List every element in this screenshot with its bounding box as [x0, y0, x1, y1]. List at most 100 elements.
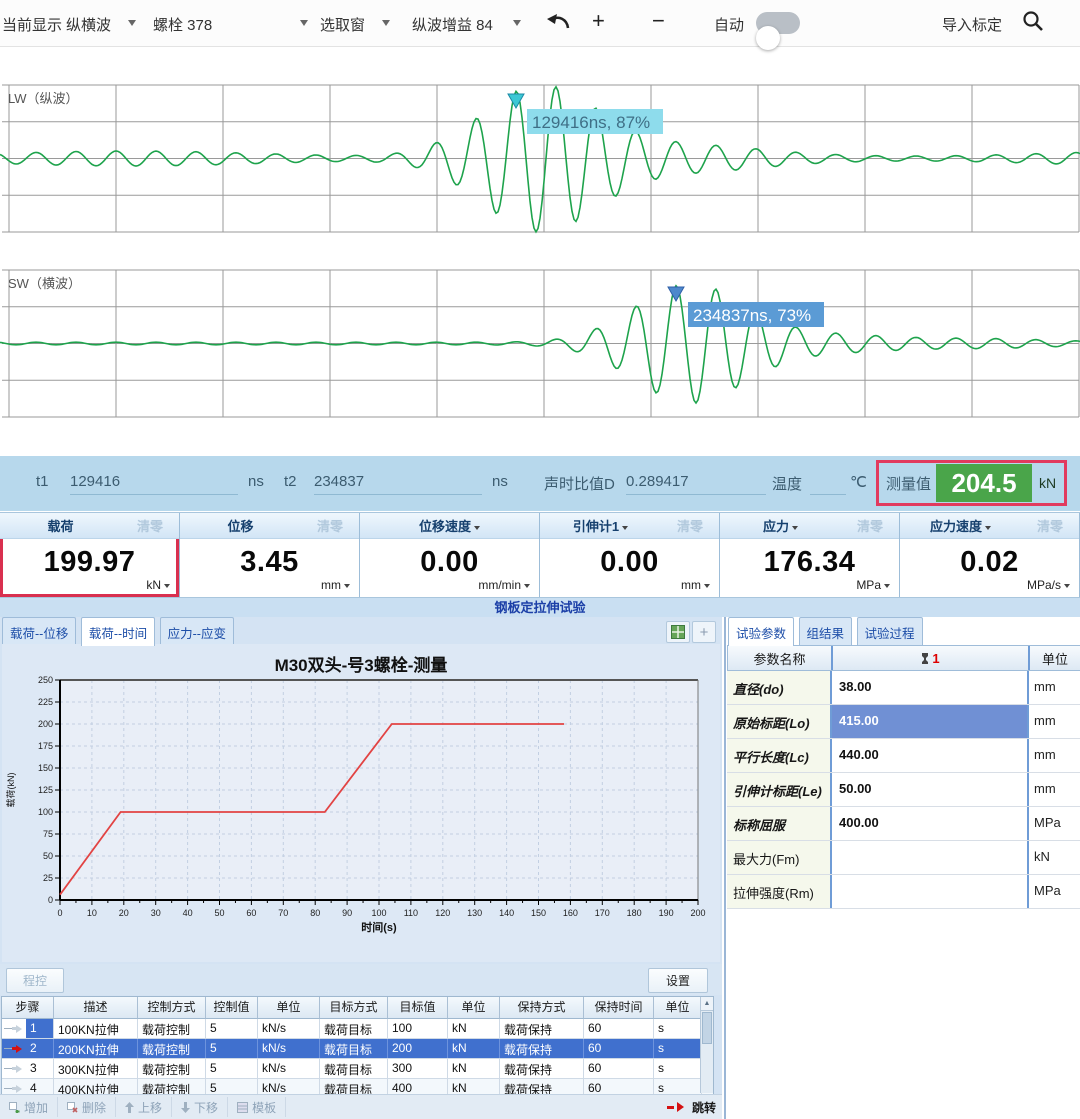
tab-test-parameters[interactable]: 试验参数: [728, 617, 794, 646]
move-up-button[interactable]: 上移: [116, 1097, 172, 1117]
step-cell: kN/s: [258, 1039, 320, 1058]
panel-unit-dropdown[interactable]: mm/min: [478, 578, 530, 592]
param-value-cell[interactable]: 400.00: [830, 807, 1029, 840]
step-arrow-icon: [16, 1045, 26, 1053]
step-cell: 载荷控制: [138, 1059, 206, 1078]
bolt-dropdown[interactable]: 螺栓 378: [153, 14, 212, 35]
panel-label-dropdown[interactable]: 应力: [720, 516, 841, 535]
program-control-button[interactable]: 程控: [6, 968, 64, 993]
panel-label-dropdown[interactable]: 引伸计1: [540, 516, 661, 535]
param-value-cell[interactable]: [830, 875, 1029, 908]
param-value-cell[interactable]: [830, 841, 1029, 874]
svg-text:0: 0: [48, 895, 53, 905]
steps-scrollbar[interactable]: ▲: [700, 997, 713, 1093]
step-cell: 5: [206, 1019, 258, 1038]
svg-text:110: 110: [404, 908, 418, 918]
param-row: 直径(do)38.00mm: [727, 671, 1080, 705]
sw-cursor-marker-icon[interactable]: [668, 287, 684, 301]
steps-header-cell: 步骤: [2, 997, 54, 1019]
chevron-down-icon[interactable]: [513, 20, 521, 26]
clear-button[interactable]: 清零: [841, 516, 899, 535]
svg-text:120: 120: [435, 908, 450, 918]
tab-test-process[interactable]: 试验过程: [857, 617, 923, 646]
measured-value: 204.5: [936, 464, 1032, 502]
chevron-down-icon[interactable]: [128, 20, 136, 26]
param-row: 原始标距(Lo)415.00mm: [727, 705, 1080, 739]
panel-unit-dropdown[interactable]: mm: [321, 578, 350, 592]
param-value-cell[interactable]: 50.00: [830, 773, 1029, 806]
panel-label-dropdown[interactable]: 应力速度: [900, 516, 1021, 535]
test-parameters-panel: 试验参数 组结果 试验过程 参数名称 1 单位 直径(do)38.00mm原始标…: [724, 617, 1080, 1119]
steps-header-cell: 目标方式: [320, 997, 388, 1019]
panel-label: 位移: [180, 516, 301, 535]
temperature-value[interactable]: [810, 473, 846, 495]
auto-toggle[interactable]: [756, 12, 800, 34]
ratio-label: 声时比值D: [544, 473, 615, 494]
svg-text:25: 25: [43, 873, 53, 883]
tab-stress-strain[interactable]: 应力--应变: [160, 617, 234, 646]
svg-text:40: 40: [183, 908, 193, 918]
svg-text:70: 70: [278, 908, 288, 918]
lw-cursor-marker-icon[interactable]: [508, 94, 524, 108]
import-calibration-button[interactable]: 导入标定: [942, 14, 1002, 35]
wave-mode-dropdown[interactable]: 纵横波: [66, 14, 111, 35]
chart-plot[interactable]: 0102030405060708090100110120130140150160…: [2, 674, 720, 962]
clear-button[interactable]: 清零: [1021, 516, 1079, 535]
ratio-value[interactable]: 0.289417: [626, 473, 766, 495]
jump-button[interactable]: 跳转: [667, 1099, 716, 1116]
step-row[interactable]: 1100KN拉伸载荷控制5kN/s载荷目标100kN载荷保持60s: [2, 1019, 713, 1039]
panel-label-dropdown[interactable]: 位移速度: [360, 516, 539, 535]
move-down-button[interactable]: 下移: [172, 1097, 228, 1117]
settings-button[interactable]: 设置: [648, 968, 708, 993]
panel-unit-dropdown[interactable]: MPa: [856, 578, 890, 592]
add-chart-button[interactable]: +: [692, 621, 716, 643]
scrollbar-thumb[interactable]: [702, 1012, 712, 1044]
panel-load: 载荷清零 199.97 kN: [0, 513, 180, 597]
panel-unit-dropdown[interactable]: mm: [681, 578, 710, 592]
panel-unit-dropdown[interactable]: MPa/s: [1027, 578, 1070, 592]
t2-value[interactable]: 234837: [314, 473, 482, 495]
clear-button[interactable]: 清零: [661, 516, 719, 535]
step-row[interactable]: 3300KN拉伸载荷控制5kN/s载荷目标300kN载荷保持60s: [2, 1059, 713, 1079]
tab-load-time[interactable]: 载荷--时间: [81, 617, 155, 646]
zoom-in-button[interactable]: +: [592, 8, 605, 34]
param-value-cell[interactable]: 415.00: [830, 705, 1029, 738]
arrow-up-icon: [125, 1102, 134, 1113]
svg-text:80: 80: [310, 908, 320, 918]
steps-header-row: 步骤描述控制方式控制值单位目标方式目标值单位保持方式保持时间单位: [2, 997, 713, 1019]
tab-load-displacement[interactable]: 载荷--位移: [2, 617, 76, 646]
grid-view-button[interactable]: [666, 621, 690, 643]
lw-label: LW（纵波）: [8, 91, 79, 106]
scroll-up-icon[interactable]: ▲: [701, 997, 713, 1011]
param-value-cell[interactable]: 38.00: [830, 671, 1029, 704]
zoom-out-button[interactable]: −: [652, 8, 665, 34]
select-window-dropdown[interactable]: 选取窗: [320, 14, 365, 35]
panel-label: 载荷: [0, 516, 121, 535]
clear-button[interactable]: 清零: [121, 516, 179, 535]
step-row[interactable]: 2200KN拉伸载荷控制5kN/s载荷目标200kN载荷保持60s: [2, 1039, 713, 1059]
steps-header-cell: 单位: [654, 997, 702, 1019]
template-icon: [237, 1102, 248, 1113]
step-cell: 300: [388, 1059, 448, 1078]
step-cell: 载荷保持: [500, 1019, 584, 1038]
t1-label: t1: [36, 473, 49, 490]
gain-dropdown[interactable]: 纵波增益 84: [412, 14, 493, 35]
add-step-button[interactable]: 增加: [0, 1097, 58, 1117]
chevron-down-icon: [792, 526, 798, 530]
template-button[interactable]: 模板: [228, 1097, 286, 1117]
param-value-cell[interactable]: 440.00: [830, 739, 1029, 772]
delete-step-button[interactable]: 删除: [58, 1097, 116, 1117]
t1-value[interactable]: 129416: [70, 473, 238, 495]
undo-icon[interactable]: [545, 10, 571, 36]
sw-waveform: [0, 286, 1080, 403]
svg-text:20: 20: [119, 908, 129, 918]
param-name-header: 参数名称: [728, 649, 831, 668]
svg-text:175: 175: [38, 741, 53, 751]
search-icon[interactable]: [1022, 10, 1044, 36]
panel-unit-dropdown[interactable]: kN: [146, 578, 170, 592]
chevron-down-icon[interactable]: [300, 20, 308, 26]
param-name: 标称屈服: [727, 807, 830, 840]
clear-button[interactable]: 清零: [301, 516, 359, 535]
tab-group-results[interactable]: 组结果: [799, 617, 853, 646]
chevron-down-icon[interactable]: [382, 20, 390, 26]
